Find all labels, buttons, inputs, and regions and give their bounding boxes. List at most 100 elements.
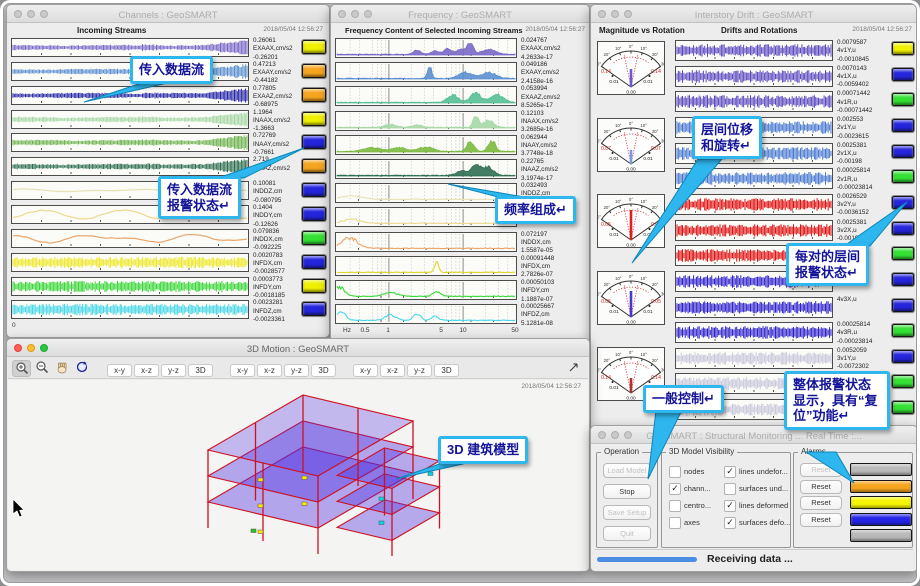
view-button-x-y[interactable]: x-y	[107, 364, 132, 377]
value-max: 0.72769	[253, 132, 289, 140]
alarm-indicator	[892, 299, 914, 312]
stream-row: 0.079836INDDX,cm-0.092225	[7, 227, 329, 251]
channel-name: EXAAX,cm/s2	[253, 45, 293, 53]
stream-values: 0.00265293v2Y,u-0.0036152	[837, 193, 869, 218]
value-min: -0.0023361	[253, 316, 285, 324]
frequency-window: Frequency : GeoSMART Frequency Content o…	[330, 4, 590, 347]
trace-box	[11, 38, 249, 57]
value-max: 0.024767	[521, 37, 561, 45]
alarm-indicator	[302, 135, 326, 149]
value-max: 0.072197	[521, 231, 553, 239]
stream-values: 0.00025667INFDZ,cm5.1281e-08	[521, 303, 554, 328]
annotation-incoming-streams: 传入数据流	[130, 56, 213, 84]
value-max: 2.719	[253, 156, 290, 164]
checkbox-chann-[interactable]: ✓	[669, 483, 681, 495]
stop-button[interactable]: Stop	[603, 484, 651, 499]
minimize-icon[interactable]	[27, 344, 35, 352]
trace-box	[11, 86, 249, 105]
trace-box	[675, 40, 833, 61]
value-max: 0.0023281	[253, 299, 285, 307]
view-button-x-z[interactable]: x-z	[380, 364, 405, 377]
alarm-indicator	[302, 279, 326, 293]
view-button-3D[interactable]: 3D	[311, 364, 336, 377]
checkbox-row: ✓surfaces defo...	[724, 514, 790, 531]
channel-name: INDDZ,cm	[253, 188, 282, 196]
stream-row: 0.0023281INFDZ,cm-0.0023361	[7, 298, 329, 322]
annotation-drift-rotation: 层间位移 和旋转↵	[692, 116, 762, 159]
checkbox-row: surfaces und...	[724, 480, 790, 497]
rotate-tool-button[interactable]	[72, 360, 91, 377]
rotate-icon	[75, 360, 89, 374]
zoom-window-icon[interactable]	[624, 431, 632, 439]
checkbox-nodes[interactable]	[669, 466, 681, 478]
minimize-icon[interactable]	[611, 431, 619, 439]
checkbox-axes[interactable]	[669, 517, 681, 529]
motion-titlebar[interactable]: 3D Motion : GeoSMART	[7, 339, 589, 357]
operation-label: Operation	[601, 447, 642, 456]
alarms-group: Alarms ResetResetResetReset	[793, 452, 913, 548]
trace-plot	[12, 87, 248, 104]
channel-name: INAAZ,cm/s2	[253, 165, 290, 173]
stream-row: 0.00025667INFDZ,cm5.1281e-08	[331, 302, 589, 326]
reset-button[interactable]: Reset	[800, 496, 842, 510]
pointer-mode-icon[interactable]	[567, 360, 580, 378]
close-icon[interactable]	[598, 431, 606, 439]
annotation-frequency-content: 频率组成↵	[495, 196, 576, 224]
channel-name: EXAAX,cm/s2	[521, 45, 561, 53]
trace-box	[335, 207, 517, 227]
stream-row: 0.00520593v1Y,u-0.0072302	[591, 346, 917, 370]
checkbox-centro-[interactable]	[669, 500, 681, 512]
stream-row: 0.072197INDDX,cm1.5587e-05	[331, 230, 589, 254]
checkbox-surfaces-und-[interactable]	[724, 483, 736, 495]
view-button-y-z[interactable]: y-z	[284, 364, 309, 377]
view-button-3D[interactable]: 3D	[188, 364, 213, 377]
zoom-in-tool-button[interactable]	[12, 360, 31, 377]
stream-row: 0.062944INAAY,cm/s23.7748e-18	[331, 133, 589, 157]
zoom-window-icon[interactable]	[40, 344, 48, 352]
window-lights[interactable]	[14, 344, 48, 352]
view-button-y-z[interactable]: y-z	[161, 364, 186, 377]
view-button-x-y[interactable]: x-y	[230, 364, 255, 377]
value-max: 0.079836	[253, 228, 283, 236]
mouse-cursor-icon	[12, 498, 26, 518]
value-max: 1.1964	[253, 109, 290, 117]
view-button-3D[interactable]: 3D	[434, 364, 459, 377]
trace-plot	[12, 230, 248, 247]
trace-plot	[12, 111, 248, 128]
stream-row: 0.00795874v1Y,u-0.0010845	[591, 38, 917, 62]
trace-plot	[676, 41, 832, 60]
stream-row: 0.000258144v3R,u-0.00023814	[591, 320, 917, 344]
alarm-row: Reset	[800, 512, 906, 527]
checkbox-lines-deformed[interactable]: ✓	[724, 500, 736, 512]
stream-values: 0.00050103INFDY,cm1.1887e-07	[521, 279, 554, 304]
alarm-indicator	[892, 222, 914, 235]
trace-plot	[12, 39, 248, 56]
timestamp: 2018/05/04 12:56:27	[521, 383, 581, 390]
checkbox-label: lines deformed	[739, 501, 788, 510]
checkbox-surfaces-defo-[interactable]: ✓	[724, 517, 736, 529]
zoom-out-tool-button[interactable]	[32, 360, 51, 377]
reset-button: Reset	[800, 463, 842, 477]
view-button-x-z[interactable]: x-z	[134, 364, 159, 377]
reset-button[interactable]: Reset	[800, 513, 842, 527]
checkbox-label: chann...	[684, 484, 711, 493]
checkbox-label: centro...	[684, 501, 711, 510]
model-canvas[interactable]: 2018/05/04 12:56:27	[8, 380, 588, 570]
value-max: 0.00071442	[837, 90, 872, 98]
view-button-y-z[interactable]: y-z	[407, 364, 432, 377]
trace-plot	[676, 323, 832, 342]
view-button-x-y[interactable]: x-y	[353, 364, 378, 377]
stream-row: 0.12103INAAX,cm/s23.2685e-16	[331, 109, 589, 133]
value-max: 0.0025381	[837, 219, 867, 227]
stream-values: 0.1404INDDY,cm-0.12626	[253, 204, 282, 229]
checkbox-lines-undefor-[interactable]: ✓	[724, 466, 736, 478]
axis-unit-label: Hz	[343, 327, 351, 334]
trace-plot	[676, 195, 832, 214]
reset-button[interactable]: Reset	[800, 480, 842, 494]
view-button-x-z[interactable]: x-z	[257, 364, 282, 377]
close-icon[interactable]	[14, 344, 22, 352]
pan-tool-button[interactable]	[52, 360, 71, 377]
window-lights[interactable]	[598, 431, 632, 439]
spectrum-plot	[336, 257, 516, 275]
annotation-3d-building-model: 3D 建筑模型	[438, 436, 528, 464]
